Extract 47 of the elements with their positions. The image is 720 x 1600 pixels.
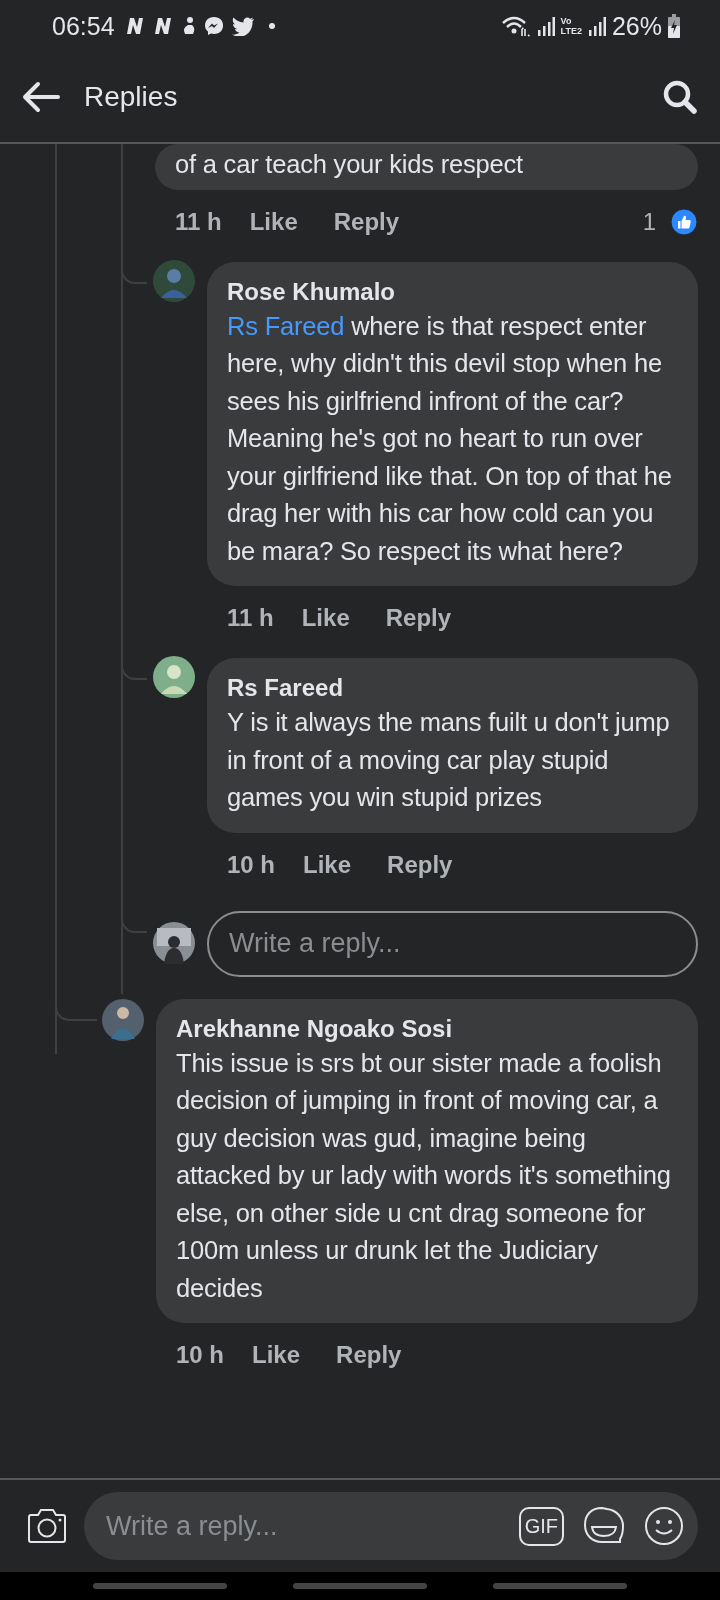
reply-link[interactable]: Reply: [333, 207, 400, 236]
reply-link[interactable]: Reply: [336, 1341, 402, 1369]
emoji-icon[interactable]: [644, 1506, 684, 1546]
author-name[interactable]: Rs Fareed: [227, 672, 678, 704]
back-arrow-icon[interactable]: [22, 81, 60, 113]
battery-charging-icon: [668, 14, 680, 38]
thumbs-up-icon: [670, 207, 698, 236]
messenger-icon: [202, 15, 225, 37]
reply-link[interactable]: Reply: [387, 850, 453, 879]
notification-dot-icon: [268, 23, 275, 29]
author-name[interactable]: Rose Khumalo: [227, 275, 678, 308]
status-time: 06:54: [52, 11, 115, 41]
comment-time: 11 h: [175, 207, 222, 236]
nav-handle[interactable]: [93, 1583, 227, 1589]
network-label: LTE2: [560, 26, 582, 36]
comment-text: Y is it always the mans fuilt u don't jump in front of a moving car play stupid games you win stupid prizes: [227, 707, 671, 813]
reaction-count: 1: [642, 207, 656, 236]
bird-icon: [230, 16, 255, 36]
signal-icon: [587, 15, 606, 37]
like-link[interactable]: Like: [301, 604, 350, 632]
avatar[interactable]: [153, 921, 195, 964]
like-link[interactable]: Like: [249, 207, 298, 236]
comment-time: 10 h: [176, 1341, 225, 1369]
comment-text: This issue is srs bt our sister made a foolish decision of jumping in front of moving car, a guy decision was gud, imagine being attacked by ur lady with words it's something else, on other side u cnt drag someone for 100m unless ur drunk let the Judiciary decides: [176, 1047, 672, 1304]
search-icon[interactable]: [662, 79, 698, 115]
like-link[interactable]: Like: [303, 850, 352, 879]
gif-button[interactable]: GIF: [518, 1506, 564, 1546]
mention-link[interactable]: Rs Fareed: [227, 311, 345, 340]
reply-link[interactable]: Reply: [385, 604, 452, 632]
battery-percent: 26%: [611, 11, 662, 41]
comment-time: 10 h: [227, 850, 276, 879]
avatar[interactable]: [153, 656, 195, 698]
comment-text: Rs Fareed where is that respect enter here, why didn't this devil stop when he sees his girlfriend infront of the car? Meaning he's got no heart to run over your girlfriend like that. On top of that he drag her with his car how cold can you be mara? So respect its what here?: [227, 310, 673, 567]
reply-input[interactable]: Write a reply...: [207, 910, 698, 977]
comment-input[interactable]: Write a reply... GIF: [84, 1492, 698, 1560]
camera-icon[interactable]: [26, 1507, 68, 1545]
network-label: Vo: [560, 16, 573, 26]
like-link[interactable]: Like: [252, 1341, 301, 1369]
nav-handle[interactable]: [293, 1583, 427, 1589]
comment-time: 11 h: [227, 604, 274, 632]
avatar[interactable]: [102, 998, 144, 1041]
page-title: Replies: [84, 81, 179, 113]
comment-text: of a car teach your kids respect: [175, 149, 524, 180]
signal-icon: [536, 15, 555, 37]
nav-handle[interactable]: [493, 1583, 627, 1589]
wifi-icon: [500, 15, 531, 37]
author-name[interactable]: Arekhanne Ngoako Sosi: [176, 1012, 678, 1045]
